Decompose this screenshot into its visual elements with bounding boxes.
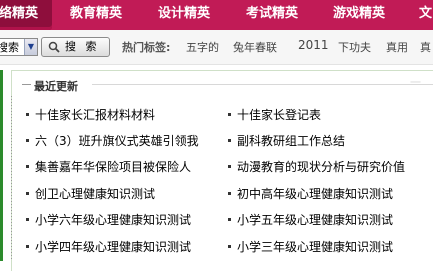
bullet-icon [26, 139, 29, 142]
article-link[interactable]: 创卫心理健康知识测试 [35, 185, 155, 202]
search-type-value: 搜索 [0, 41, 19, 54]
article-link[interactable]: 六（3）班升旗仪式英雄引领我 [35, 132, 199, 149]
search-bar: 搜索 ▼ 搜 索 热门标签: 五字的 兔年春联 2011 下功夫 真用 真 [0, 30, 433, 65]
bullet-icon [228, 165, 231, 168]
article-link[interactable]: 小学三年级心理健康知识测试 [237, 238, 393, 255]
nav-item-label: 络精英 [0, 6, 39, 21]
nav-item-education-elite[interactable]: 教育精英 [70, 0, 122, 30]
hot-tag[interactable]: 五字的 [186, 39, 219, 55]
hot-tag[interactable]: 真 [420, 39, 431, 55]
bullet-icon [26, 113, 29, 116]
article-link[interactable]: 小学四年级心理健康知识测试 [35, 238, 191, 255]
nav-item-game-elite[interactable]: 游戏精英 [333, 0, 385, 30]
chevron-down-icon[interactable]: ▼ [24, 39, 37, 55]
search-type-select[interactable]: 搜索 ▼ [0, 38, 38, 56]
hot-tag[interactable]: 真用 [386, 39, 408, 55]
top-nav: 络精英 教育精英 设计精英 考试精英 游戏精英 文 [0, 0, 433, 30]
bullet-icon [228, 245, 231, 248]
nav-item-label: 教育精英 [70, 6, 123, 21]
search-button[interactable]: 搜 索 [41, 37, 110, 57]
nav-item-more[interactable]: 文 [419, 0, 432, 30]
bullet-icon [228, 113, 231, 116]
hot-tag[interactable]: 2011 [298, 38, 329, 52]
nav-item-network-elite[interactable]: 络精英 [0, 0, 52, 30]
magnifier-icon [48, 41, 60, 53]
article-link[interactable]: 小学六年级心理健康知识测试 [35, 211, 191, 228]
bullet-icon [228, 218, 231, 221]
article-link[interactable]: 十佳家长登记表 [237, 106, 321, 123]
nav-item-label: 考试精英 [246, 6, 299, 21]
nav-item-exam-elite[interactable]: 考试精英 [246, 0, 298, 30]
nav-item-label: 设计精英 [158, 6, 211, 21]
hot-tags-label: 热门标签: [122, 41, 171, 54]
article-link[interactable]: 初中高年级心理健康知识测试 [237, 185, 393, 202]
bullet-icon [26, 245, 29, 248]
article-link[interactable]: 副科教研组工作总结 [237, 132, 345, 149]
nav-item-label: 文 [419, 6, 433, 21]
article-link[interactable]: 十佳家长汇报材料材料 [35, 106, 155, 123]
title-rule-right [92, 84, 433, 85]
nav-item-design-elite[interactable]: 设计精英 [158, 0, 210, 30]
faded-text: 一 [410, 76, 421, 89]
search-button-label: 搜 索 [65, 40, 100, 53]
article-link[interactable]: 集善嘉年华保险项目被保险人 [35, 158, 191, 175]
dotted-divider [11, 96, 12, 261]
accent-bar [0, 70, 3, 261]
bullet-icon [26, 165, 29, 168]
article-link[interactable]: 动漫教育的现状分析与研究价值 [237, 158, 405, 175]
title-rule-left [22, 84, 31, 85]
bullet-icon [26, 218, 29, 221]
recent-updates-title: 最近更新 [34, 80, 78, 93]
nav-item-label: 游戏精英 [333, 6, 386, 21]
hot-tag[interactable]: 兔年春联 [233, 39, 277, 55]
article-link[interactable]: 小学五年级心理健康知识测试 [237, 211, 393, 228]
bullet-icon [228, 192, 231, 195]
hot-tag[interactable]: 下功夫 [338, 39, 371, 55]
bullet-icon [228, 139, 231, 142]
bullet-icon [26, 192, 29, 195]
